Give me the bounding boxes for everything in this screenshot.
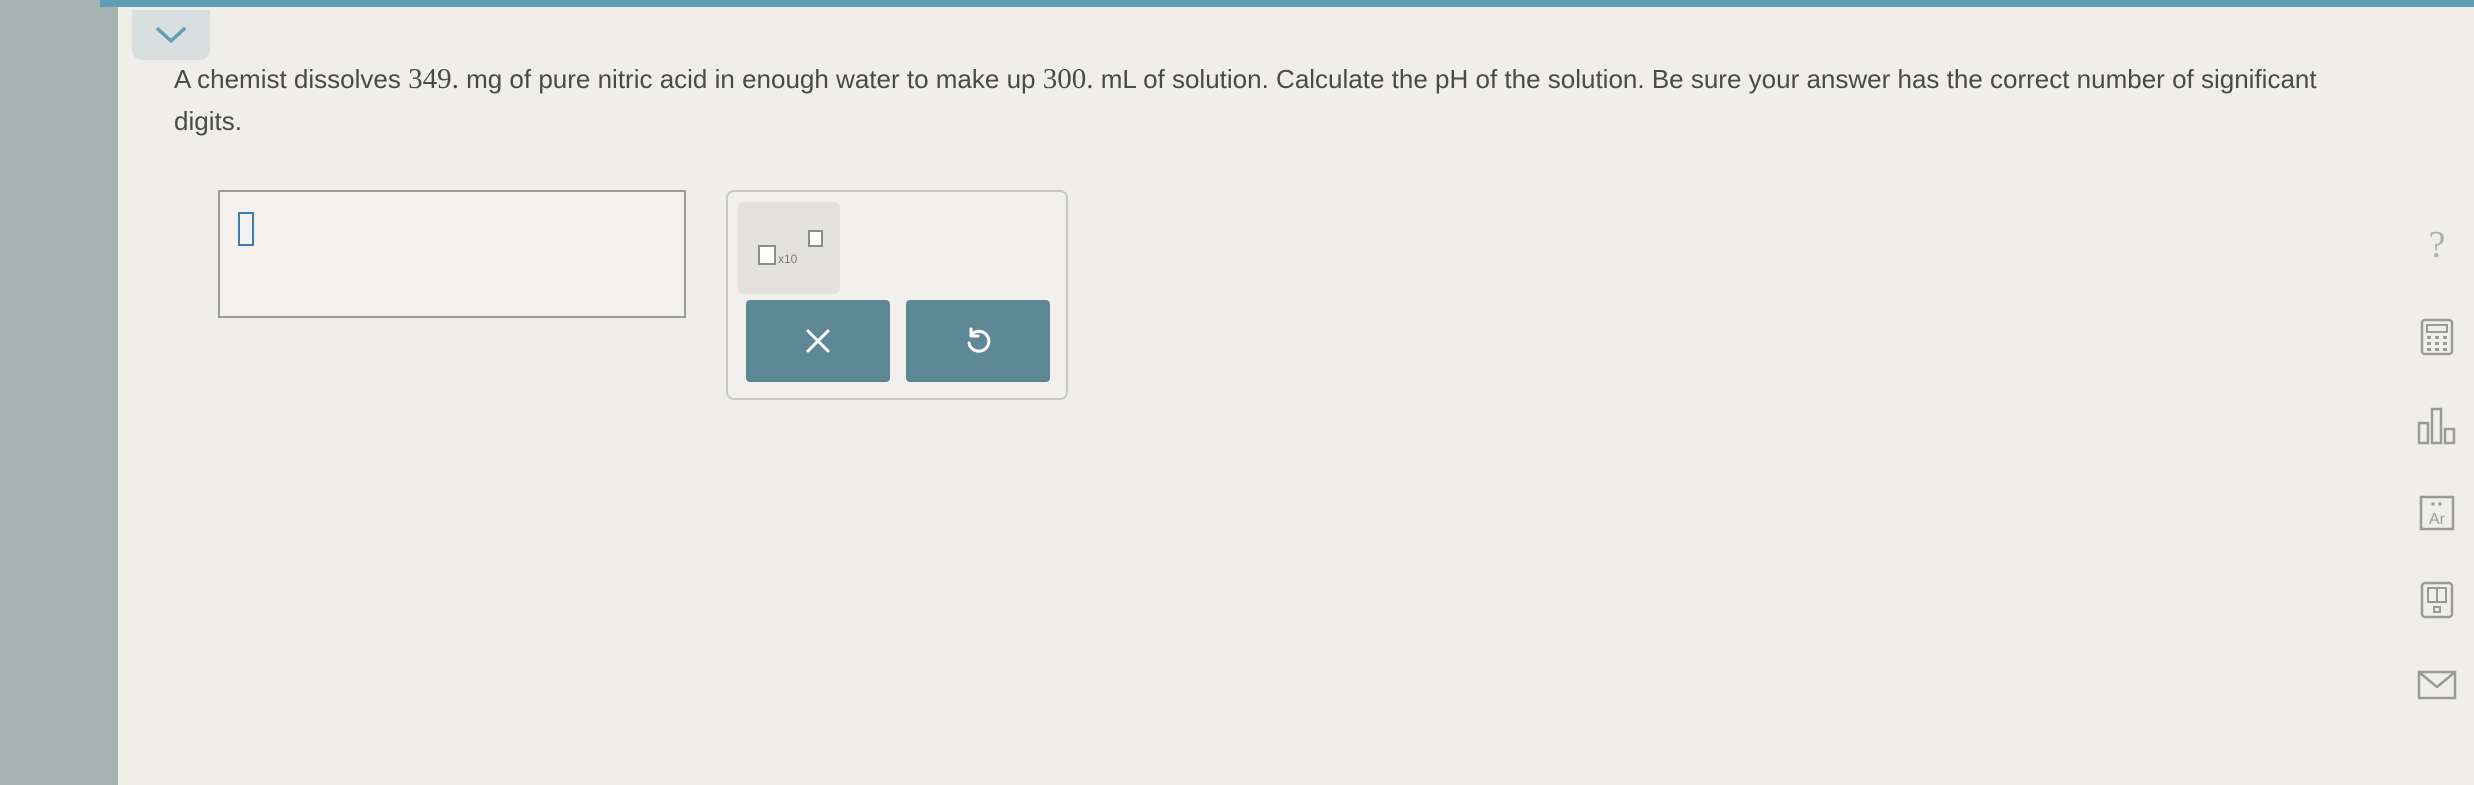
answer-input[interactable]: [218, 190, 686, 318]
question-text: A chemist dissolves 349. mg of pure nitr…: [174, 63, 2317, 136]
mass-value: 349.: [408, 63, 459, 95]
data-chart-button[interactable]: [2412, 400, 2462, 450]
math-toolbox: x10: [726, 190, 1068, 400]
chart-icon: [2417, 407, 2456, 445]
undo-button[interactable]: [906, 300, 1050, 382]
mail-icon: [2417, 670, 2457, 700]
x10-label: x10: [778, 252, 798, 266]
scientific-notation-button[interactable]: x10: [738, 202, 840, 294]
exponent-placeholder-icon: [808, 230, 823, 247]
svg-text:Ar: Ar: [2429, 511, 2446, 528]
left-rail: [0, 0, 118, 785]
top-accent-bar: [100, 0, 2474, 7]
close-icon: [806, 329, 830, 353]
periodic-table-button[interactable]: Ar: [2412, 488, 2462, 538]
calculator-icon: [2420, 318, 2454, 356]
message-button[interactable]: [2412, 660, 2462, 710]
chevron-down-icon: [156, 27, 186, 43]
base-placeholder-icon: [758, 245, 776, 265]
collapse-button[interactable]: [132, 10, 210, 60]
reference-icon: [2420, 581, 2454, 619]
help-icon: ?: [2428, 224, 2446, 266]
volume-value: 300.: [1042, 63, 1094, 95]
answer-cursor: [238, 212, 254, 246]
clear-button[interactable]: [746, 300, 890, 382]
calculator-button[interactable]: [2412, 312, 2462, 362]
help-button[interactable]: ?: [2412, 220, 2462, 270]
undo-icon: [967, 327, 991, 353]
reference-button[interactable]: [2412, 575, 2462, 625]
periodic-table-icon: Ar: [2419, 495, 2455, 531]
